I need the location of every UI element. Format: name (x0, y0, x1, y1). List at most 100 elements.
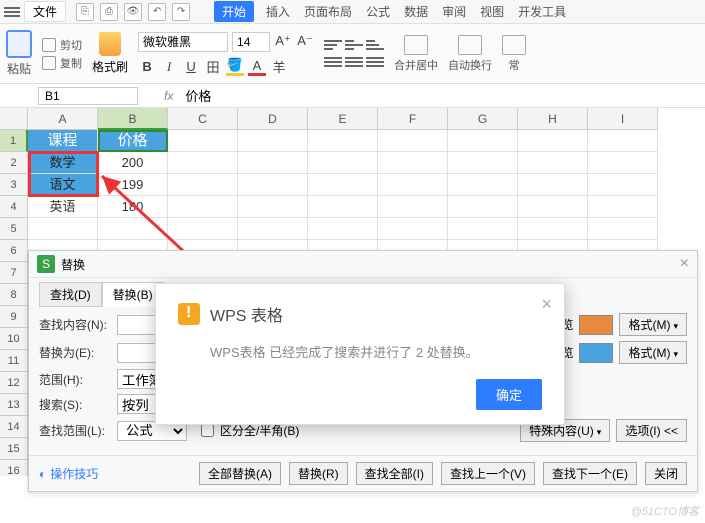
format-painter-button[interactable]: 格式刷 (92, 32, 128, 75)
row-header-15[interactable]: 15 (0, 438, 28, 460)
cell-H4[interactable] (518, 196, 588, 218)
row-header-6[interactable]: 6 (0, 240, 28, 262)
misc-button[interactable]: 常 (502, 35, 526, 73)
cell-H3[interactable] (518, 174, 588, 196)
find-prev-button[interactable]: 查找上一个(V) (441, 462, 535, 485)
save-icon[interactable]: ⎘ (76, 3, 94, 21)
tab-find[interactable]: 查找(D) (39, 282, 102, 307)
cell-A1[interactable]: 课程 (28, 130, 98, 152)
cut-button[interactable]: 剪切 (42, 37, 82, 53)
cell-F3[interactable] (378, 174, 448, 196)
cell-D1[interactable] (238, 130, 308, 152)
find-all-button[interactable]: 查找全部(I) (356, 462, 433, 485)
row-header-7[interactable]: 7 (0, 262, 28, 284)
col-header-A[interactable]: A (28, 108, 98, 130)
cell-G2[interactable] (448, 152, 518, 174)
formula-input[interactable] (181, 86, 705, 105)
col-header-H[interactable]: H (518, 108, 588, 130)
decrease-font-icon[interactable]: A⁻ (296, 32, 314, 50)
cell-B3[interactable]: 199 (98, 174, 168, 196)
select-all-corner[interactable] (0, 108, 28, 130)
increase-font-icon[interactable]: A⁺ (274, 32, 292, 50)
replace-button[interactable]: 替换(R) (289, 462, 348, 485)
cell-F4[interactable] (378, 196, 448, 218)
cell-D2[interactable] (238, 152, 308, 174)
font-color-button[interactable]: A (248, 58, 266, 76)
cell-A2[interactable]: 数学 (28, 152, 98, 174)
cell-F5[interactable] (378, 218, 448, 240)
row-header-4[interactable]: 4 (0, 196, 28, 218)
border-button[interactable]: 田 (204, 58, 222, 76)
fill-color-button[interactable]: 🪣 (226, 58, 244, 76)
row-header-12[interactable]: 12 (0, 372, 28, 394)
row-header-10[interactable]: 10 (0, 328, 28, 350)
align-top[interactable] (324, 38, 342, 52)
underline-button[interactable]: U (182, 58, 200, 76)
cell-G1[interactable] (448, 130, 518, 152)
name-box[interactable] (38, 87, 138, 105)
cell-B1[interactable]: 价格 (98, 130, 168, 152)
row-header-2[interactable]: 2 (0, 152, 28, 174)
row-header-16[interactable]: 16 (0, 460, 28, 476)
replace-format-button[interactable]: 格式(M)▾ (619, 341, 687, 364)
cell-I3[interactable] (588, 174, 658, 196)
cell-G3[interactable] (448, 174, 518, 196)
cell-B4[interactable]: 180 (98, 196, 168, 218)
bold-button[interactable]: B (138, 58, 156, 76)
cell-B2[interactable]: 200 (98, 152, 168, 174)
cell-F2[interactable] (378, 152, 448, 174)
align-middle[interactable] (345, 38, 363, 52)
cell-C5[interactable] (168, 218, 238, 240)
row-header-13[interactable]: 13 (0, 394, 28, 416)
halfwidth-checkbox[interactable] (201, 424, 214, 437)
merge-button[interactable]: 合并居中 (394, 35, 438, 73)
align-bottom[interactable] (366, 38, 384, 52)
close-button[interactable]: 关闭 (645, 462, 687, 485)
col-header-F[interactable]: F (378, 108, 448, 130)
cell-I1[interactable] (588, 130, 658, 152)
row-header-8[interactable]: 8 (0, 284, 28, 306)
cell-I2[interactable] (588, 152, 658, 174)
col-header-E[interactable]: E (308, 108, 378, 130)
italic-button[interactable]: I (160, 58, 178, 76)
cell-H5[interactable] (518, 218, 588, 240)
copy-button[interactable]: 复制 (42, 55, 82, 71)
cell-E2[interactable] (308, 152, 378, 174)
font-name-select[interactable] (138, 32, 228, 52)
find-format-button[interactable]: 格式(M)▾ (619, 313, 687, 336)
menu-file[interactable]: 文件 (24, 1, 66, 22)
cell-D5[interactable] (238, 218, 308, 240)
font-size-select[interactable] (232, 32, 270, 52)
tab-start[interactable]: 开始 (214, 1, 254, 22)
undo-icon[interactable]: ↶ (148, 3, 166, 21)
dialog-close-icon[interactable]: × (680, 255, 689, 273)
row-header-5[interactable]: 5 (0, 218, 28, 240)
paste-button[interactable]: 粘贴 (6, 30, 32, 77)
popup-close-icon[interactable]: × (541, 294, 552, 315)
cell-G4[interactable] (448, 196, 518, 218)
cell-E1[interactable] (308, 130, 378, 152)
row-header-14[interactable]: 14 (0, 416, 28, 438)
tab-view[interactable]: 视图 (478, 1, 506, 22)
popup-ok-button[interactable]: 确定 (476, 379, 542, 410)
find-next-button[interactable]: 查找下一个(E) (543, 462, 637, 485)
tips-link[interactable]: ◐操作技巧 (39, 465, 98, 482)
row-header-3[interactable]: 3 (0, 174, 28, 196)
cell-I5[interactable] (588, 218, 658, 240)
cell-C1[interactable] (168, 130, 238, 152)
cell-D4[interactable] (238, 196, 308, 218)
cell-H1[interactable] (518, 130, 588, 152)
tab-data[interactable]: 数据 (402, 1, 430, 22)
rmb-button[interactable]: 羊 (270, 58, 288, 76)
tab-insert[interactable]: 插入 (264, 1, 292, 22)
tab-dev[interactable]: 开发工具 (516, 1, 568, 22)
cell-A5[interactable] (28, 218, 98, 240)
print-icon[interactable]: ⎙ (100, 3, 118, 21)
cell-A3[interactable]: 语文 (28, 174, 98, 196)
tab-layout[interactable]: 页面布局 (302, 1, 354, 22)
align-right[interactable] (366, 55, 384, 69)
preview-icon[interactable]: 👁 (124, 3, 142, 21)
cell-H2[interactable] (518, 152, 588, 174)
col-header-C[interactable]: C (168, 108, 238, 130)
cell-E3[interactable] (308, 174, 378, 196)
